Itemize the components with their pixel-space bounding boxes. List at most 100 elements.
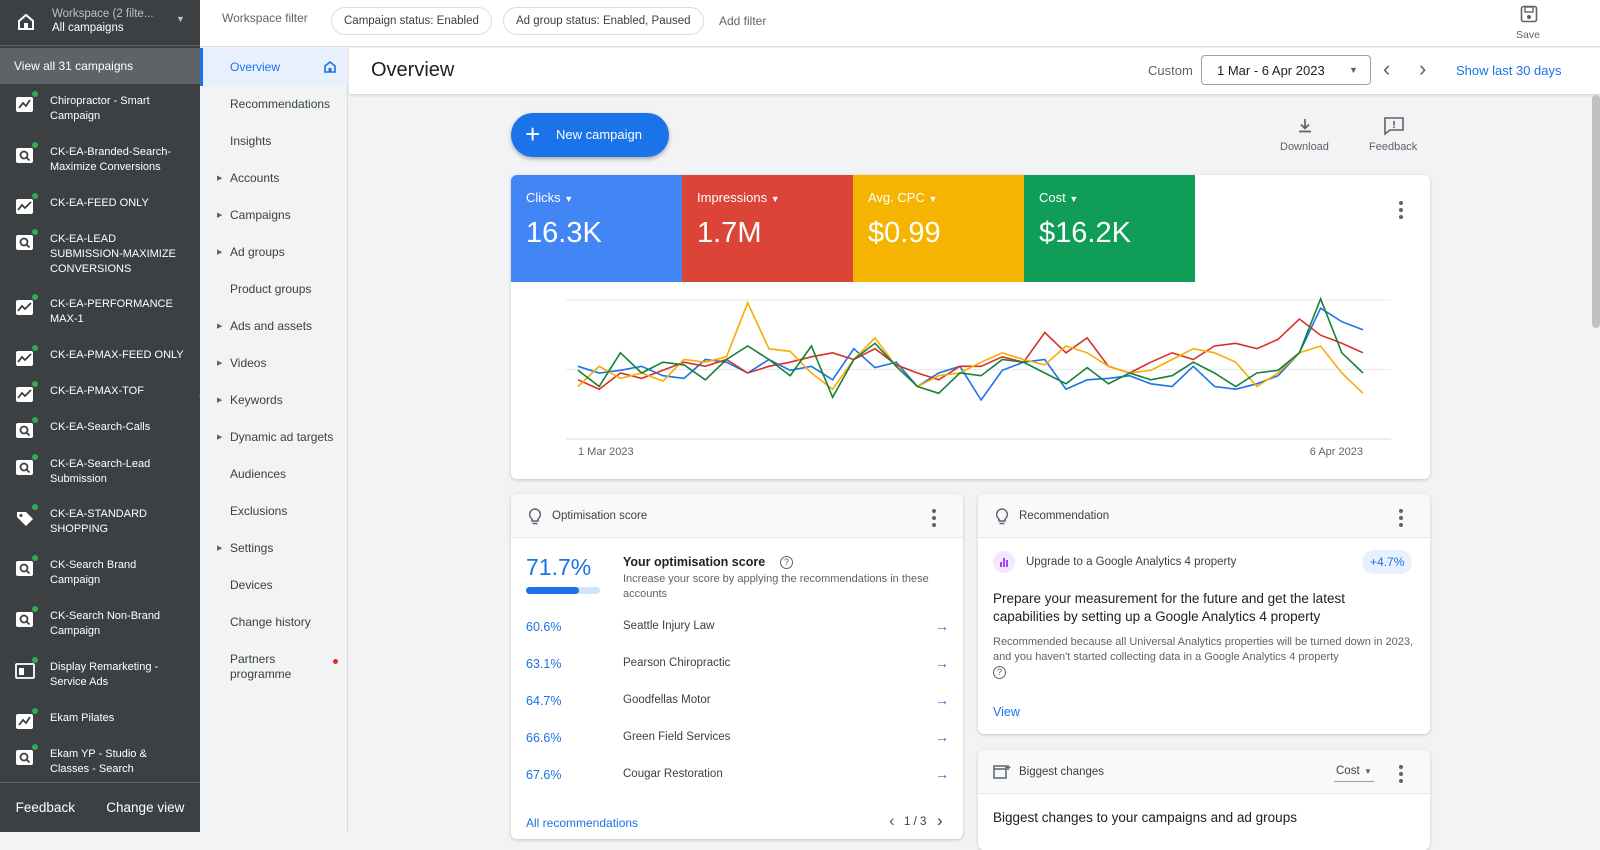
scrollbar-thumb[interactable] (1592, 95, 1600, 328)
nav-item-change-history[interactable]: Change history (200, 615, 348, 630)
campaign-name: Ekam Pilates (50, 712, 115, 724)
next-period-icon[interactable]: › (1419, 56, 1426, 82)
help-icon[interactable]: ? (780, 556, 793, 569)
more-options-icon[interactable] (1399, 765, 1403, 783)
all-recommendations-link[interactable]: All recommendations (526, 816, 638, 830)
arrow-right-icon[interactable]: → (935, 729, 949, 745)
ad-group-status-chip[interactable]: Ad group status: Enabled, Paused (503, 7, 704, 35)
workspace-sub: All campaigns (52, 22, 124, 34)
nav-item-insights[interactable]: Insights (200, 134, 348, 149)
show-last-30-days-link[interactable]: Show last 30 days (1456, 63, 1562, 78)
more-options-icon[interactable] (1399, 201, 1403, 219)
account-score-row[interactable]: 63.1% Pearson Chiropractic → (511, 655, 963, 693)
date-range-selector[interactable]: 1 Mar - 6 Apr 2023 ▼ (1201, 55, 1371, 85)
campaign-item[interactable]: Chiropractor - Smart Campaign (0, 91, 200, 124)
campaign-item[interactable]: CK-EA-FEED ONLY (0, 193, 200, 218)
enabled-status-dot (32, 381, 38, 387)
feedback-label[interactable]: Feedback (1369, 141, 1417, 153)
dropdown-arrow-icon: ▼ (928, 194, 938, 204)
new-campaign-button[interactable]: + New campaign (511, 113, 669, 157)
arrow-right-icon[interactable]: → (935, 618, 949, 634)
campaign-name: CK-EA-LEAD SUBMISSION-MAXIMIZE CONVERSIO… (50, 233, 176, 275)
nav-item-settings[interactable]: ▶ Settings (200, 541, 348, 556)
more-options-icon[interactable] (1399, 509, 1403, 527)
campaign-name: CK-EA-STANDARD SHOPPING (50, 508, 147, 535)
campaign-item[interactable]: CK-EA-PMAX-TOF (0, 381, 200, 406)
save-label[interactable]: Save (1516, 29, 1540, 41)
nav-item-ads-and-assets[interactable]: ▶ Ads and assets (200, 319, 348, 334)
view-all-campaigns[interactable]: View all 31 campaigns (0, 48, 200, 84)
campaign-item[interactable]: Display Remarketing - Service Ads (0, 657, 200, 690)
account-score-row[interactable]: 64.7% Goodfellas Motor → (511, 692, 963, 730)
previous-period-icon[interactable]: ‹ (1383, 56, 1390, 82)
nav-item-label: Campaigns (230, 208, 291, 222)
performance-max-icon (14, 381, 38, 406)
more-options-icon[interactable] (932, 509, 936, 527)
title-bar: Overview Custom 1 Mar - 6 Apr 2023 ▼ ‹ ›… (349, 48, 1600, 95)
enabled-status-dot (32, 417, 38, 423)
campaign-name: CK-EA-PMAX-FEED ONLY (50, 349, 184, 361)
metric-tile-cost[interactable]: Cost ▼ $16.2K (1024, 175, 1195, 282)
campaign-item[interactable]: CK-EA-PERFORMANCE MAX-1 (0, 294, 200, 327)
feedback-icon[interactable] (1383, 116, 1405, 136)
expand-arrow-icon: ▶ (217, 249, 223, 256)
metric-tile-impressions[interactable]: Impressions ▼ 1.7M (682, 175, 853, 282)
nav-item-accounts[interactable]: ▶ Accounts (200, 171, 348, 186)
performance-card: Clicks ▼ 16.3K Impressions ▼ 1.7M Avg. CPC ▼… (511, 175, 1430, 479)
expand-arrow-icon: ▶ (217, 360, 223, 367)
account-score-row[interactable]: 66.6% Green Field Services → (511, 729, 963, 767)
workspace-label: Workspace (2 filte... (52, 8, 154, 20)
campaign-item[interactable]: CK-EA-Search-Calls (0, 417, 200, 442)
save-icon[interactable] (1519, 4, 1539, 24)
arrow-right-icon[interactable]: → (935, 766, 949, 782)
download-label[interactable]: Download (1280, 141, 1329, 153)
account-score-row[interactable]: 67.6% Cougar Restoration → (511, 766, 963, 804)
campaign-item[interactable]: CK-Search Non-Brand Campaign (0, 606, 200, 639)
feedback-link[interactable]: Feedback (16, 800, 75, 815)
campaign-item[interactable]: CK-EA-PMAX-FEED ONLY (0, 345, 200, 370)
metric-tile-avg-cpc[interactable]: Avg. CPC ▼ $0.99 (853, 175, 1024, 282)
workspace-selector[interactable]: Workspace (2 filte... All campaigns ▼ (0, 0, 200, 46)
nav-item-devices[interactable]: Devices (200, 578, 348, 593)
nav-item-product-groups[interactable]: Product groups (200, 282, 348, 297)
metric-tile-clicks[interactable]: Clicks ▼ 16.3K (511, 175, 682, 282)
arrow-right-icon[interactable]: → (935, 655, 949, 671)
nav-item-campaigns[interactable]: ▶ Campaigns (200, 208, 348, 223)
campaign-item[interactable]: CK-Search Brand Campaign (0, 555, 200, 588)
nav-item-audiences[interactable]: Audiences (200, 467, 348, 482)
arrow-right-icon[interactable]: → (935, 692, 949, 708)
nav-item-dynamic-ad-targets[interactable]: ▶ Dynamic ad targets (200, 430, 348, 445)
campaign-item[interactable]: Ekam Pilates (0, 708, 200, 733)
campaign-item[interactable]: Ekam YP - Studio & Classes - Search (0, 744, 200, 777)
search-campaign-icon (14, 229, 38, 254)
campaign-item[interactable]: CK-EA-LEAD SUBMISSION-MAXIMIZE CONVERSIO… (0, 229, 200, 277)
next-page-icon[interactable]: › (937, 812, 943, 830)
help-icon[interactable]: ? (993, 666, 1006, 679)
nav-item-ad-groups[interactable]: ▶ Ad groups (200, 245, 348, 260)
nav-item-overview[interactable]: Overview (200, 48, 348, 86)
biggest-changes-headline: Biggest changes to your campaigns and ad… (993, 810, 1297, 825)
metric-dropdown[interactable]: Cost ▼ (1334, 762, 1374, 782)
nav-item-recommendations[interactable]: Recommendations (200, 97, 348, 112)
recommendation-body: Recommended because all Universal Analyt… (993, 636, 1414, 663)
download-icon[interactable] (1295, 116, 1315, 136)
score-progress-bar (526, 587, 600, 594)
campaign-status-chip[interactable]: Campaign status: Enabled (331, 7, 492, 35)
view-recommendation-link[interactable]: View (993, 705, 1020, 719)
previous-page-icon[interactable]: ‹ (889, 812, 895, 830)
nav-item-label: Dynamic ad targets (230, 430, 334, 444)
change-view-link[interactable]: Change view (106, 800, 184, 815)
nav-item-videos[interactable]: ▶ Videos (200, 356, 348, 371)
campaign-item[interactable]: CK-EA-Branded-Search-Maximize Conversion… (0, 142, 200, 175)
campaign-item[interactable]: CK-EA-STANDARD SHOPPING (0, 504, 200, 537)
nav-item-exclusions[interactable]: Exclusions (200, 504, 348, 519)
nav-item-keywords[interactable]: ▶ Keywords (200, 393, 348, 408)
add-filter-button[interactable]: Add filter (719, 14, 766, 28)
analytics-bar (1006, 560, 1008, 567)
nav-item-partners-programme[interactable]: Partners programme (200, 652, 348, 682)
account-name: Goodfellas Motor (623, 694, 711, 706)
account-score: 64.7% (526, 694, 562, 708)
nav-item-label: Videos (230, 356, 267, 370)
account-score-row[interactable]: 60.6% Seattle Injury Law → (511, 618, 963, 656)
campaign-item[interactable]: CK-EA-Search-Lead Submission (0, 454, 200, 487)
